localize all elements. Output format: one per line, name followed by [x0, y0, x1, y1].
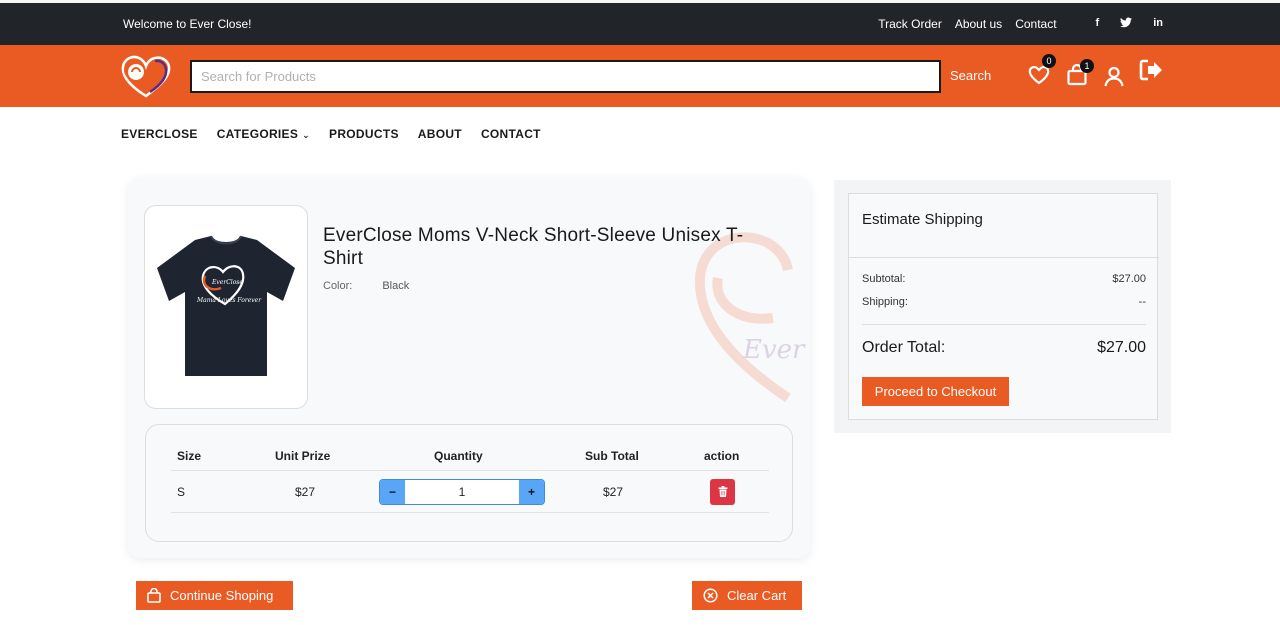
proceed-to-checkout-button[interactable]: Proceed to Checkout: [862, 377, 1009, 406]
top-links: Track Order About us Contact f in: [865, 17, 1163, 31]
header-subtotal: Sub Total: [585, 448, 639, 463]
order-summary-box: Estimate Shipping Subtotal: $27.00 Shipp…: [848, 193, 1159, 420]
table-header-row: Size Unit Prize Quantity Sub Total actio…: [171, 441, 769, 471]
item-unit-price: $27: [295, 484, 316, 499]
clear-cart-button[interactable]: Clear Cart: [692, 581, 802, 610]
item-size: S: [177, 484, 186, 499]
cart-item-card: Ever EverClose Mama Loves Forever EverCl…: [128, 178, 810, 558]
logout-icon: [1139, 59, 1162, 81]
nav-categories-label: CATEGORIES: [216, 127, 299, 141]
color-value: Black: [382, 280, 410, 292]
product-image[interactable]: EverClose Mama Loves Forever: [144, 205, 308, 409]
header-action: action: [704, 448, 740, 463]
nav-contact[interactable]: CONTACT: [481, 127, 541, 141]
welcome-text: Welcome to Ever Close!: [123, 17, 252, 31]
total-divider: [862, 324, 1146, 325]
svg-text:Mama Loves Forever: Mama Loves Forever: [196, 297, 262, 304]
close-circle-icon: [703, 588, 718, 603]
cart-table-container: Size Unit Prize Quantity Sub Total actio…: [145, 424, 793, 542]
subtotal-label: Subtotal:: [862, 273, 906, 285]
linkedin-icon[interactable]: in: [1153, 17, 1163, 31]
clear-cart-label: Clear Cart: [727, 588, 787, 603]
decrease-quantity-button[interactable]: −: [380, 479, 405, 504]
cart-table: Size Unit Prize Quantity Sub Total actio…: [171, 441, 769, 513]
order-total-row: Order Total: $27.00: [862, 339, 1146, 357]
order-total-value: $27.00: [1097, 339, 1146, 356]
twitter-icon[interactable]: [1120, 17, 1133, 31]
item-subtotal: $27: [603, 484, 624, 499]
table-row: S $27 − 1 + $27: [171, 471, 769, 513]
top-bar: Welcome to Ever Close! Track Order About…: [0, 0, 1280, 45]
shipping-label: Shipping:: [862, 296, 908, 308]
shopping-bag-icon: [147, 588, 161, 603]
wishlist-button[interactable]: 0: [1027, 54, 1056, 87]
about-us-link[interactable]: About us: [955, 17, 1002, 31]
cart-button[interactable]: 1: [1065, 59, 1094, 87]
main-header: Close Search 0 1: [0, 45, 1280, 107]
header-unit-price: Unit Prize: [275, 448, 331, 463]
wishlist-badge: 0: [1042, 54, 1056, 68]
search-box: [190, 60, 941, 93]
account-button[interactable]: [1102, 65, 1126, 89]
shipping-row: Shipping: --: [862, 296, 1146, 308]
nav-everclose[interactable]: EVERCLOSE: [121, 127, 198, 141]
header-size: Size: [177, 448, 202, 463]
search-button[interactable]: Search: [950, 68, 991, 83]
logout-button[interactable]: [1139, 58, 1163, 82]
increase-quantity-button[interactable]: +: [519, 479, 544, 504]
everclose-logo[interactable]: Close: [120, 54, 172, 98]
svg-text:EverClose: EverClose: [211, 279, 243, 286]
order-total-label: Order Total:: [862, 339, 946, 356]
continue-shopping-label: Continue Shoping: [170, 588, 274, 603]
product-color: Color: Black: [323, 280, 409, 292]
chevron-down-icon: ⌄: [302, 130, 311, 140]
track-order-link[interactable]: Track Order: [878, 17, 942, 31]
delete-item-button[interactable]: [710, 478, 735, 505]
subtotal-value: $27.00: [1112, 273, 1146, 285]
social-links: f in: [1075, 17, 1163, 31]
svg-text:Ever: Ever: [742, 335, 806, 365]
summary-divider: [849, 257, 1159, 258]
trash-icon: [718, 486, 727, 497]
nav-categories[interactable]: CATEGORIES ⌄: [217, 127, 310, 141]
color-label: Color:: [323, 280, 353, 292]
header-quantity: Quantity: [434, 448, 483, 463]
search-input[interactable]: [192, 62, 939, 91]
subtotal-row: Subtotal: $27.00: [862, 273, 1146, 285]
cart-badge: 1: [1080, 59, 1094, 73]
quantity-input[interactable]: 1: [405, 485, 519, 499]
order-summary: Estimate Shipping Subtotal: $27.00 Shipp…: [834, 180, 1171, 433]
product-title[interactable]: EverClose Moms V-Neck Short-Sleeve Unise…: [323, 224, 763, 270]
estimate-shipping-title: Estimate Shipping: [862, 211, 983, 228]
svg-text:Close: Close: [144, 72, 164, 80]
nav-about[interactable]: ABOUT: [418, 127, 462, 141]
main-nav: EVERCLOSE CATEGORIES ⌄ PRODUCTS ABOUT CON…: [121, 127, 560, 141]
user-icon: [1104, 66, 1124, 87]
nav-products[interactable]: PRODUCTS: [329, 127, 399, 141]
facebook-icon[interactable]: f: [1096, 17, 1100, 31]
continue-shopping-button[interactable]: Continue Shoping: [136, 581, 293, 610]
contact-link[interactable]: Contact: [1015, 17, 1056, 31]
tshirt-image: EverClose Mama Loves Forever: [157, 235, 295, 376]
shipping-value: --: [1138, 296, 1146, 308]
quantity-stepper: − 1 +: [379, 478, 545, 505]
